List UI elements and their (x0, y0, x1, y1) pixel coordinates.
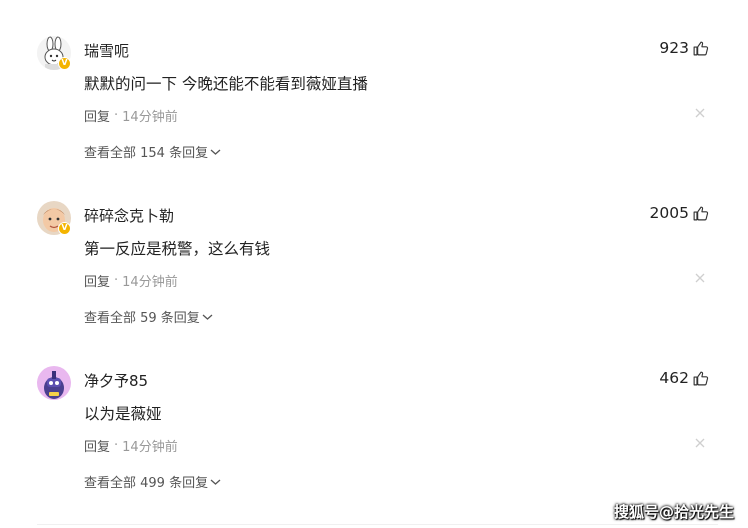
view-all-replies-link[interactable]: 查看全部 154 条回复 (84, 142, 221, 161)
divider (37, 524, 718, 525)
comment-text: 第一反应是税警，这么有钱 (84, 240, 271, 258)
username[interactable]: 净夕予85 (84, 370, 148, 391)
like-button[interactable]: 923 (659, 39, 709, 57)
thumbs-up-icon (693, 371, 709, 385)
separator-dot: · (114, 273, 119, 288)
timestamp: 14分钟前 (122, 110, 178, 125)
verified-badge-icon: V (58, 222, 71, 235)
comment-text: 以为是薇娅 (84, 405, 162, 423)
view-all-label: 查看全部 499 条回复 (84, 476, 209, 491)
thumbs-up-icon (693, 206, 709, 220)
watermark: 搜狐号@拾光先生 (613, 503, 734, 521)
like-count: 462 (659, 369, 689, 387)
separator-dot: · (114, 108, 119, 123)
view-all-label: 查看全部 154 条回复 (84, 146, 209, 161)
view-all-label: 查看全部 59 条回复 (84, 311, 200, 326)
timestamp: 14分钟前 (122, 275, 178, 290)
close-icon[interactable] (694, 272, 706, 284)
close-icon[interactable] (694, 107, 706, 119)
like-count: 923 (659, 39, 689, 57)
comment-text: 默默的问一下 今晚还能不能看到薇娅直播 (84, 75, 368, 93)
chevron-down-icon (210, 149, 221, 155)
thumbs-up-icon (693, 41, 709, 55)
reply-button[interactable]: 回复 (84, 436, 110, 455)
separator-dot: · (114, 438, 119, 453)
username[interactable]: 碎碎念克卜勒 (84, 205, 174, 226)
close-icon[interactable] (694, 437, 706, 449)
username[interactable]: 瑞雪呃 (84, 40, 129, 61)
like-count: 2005 (649, 204, 689, 222)
verified-badge-icon: V (58, 57, 71, 70)
view-all-replies-link[interactable]: 查看全部 59 条回复 (84, 307, 213, 326)
comment-meta: 回复 · 14分钟前 (84, 436, 178, 455)
chevron-down-icon (210, 479, 221, 485)
reply-button[interactable]: 回复 (84, 106, 110, 125)
timestamp: 14分钟前 (122, 440, 178, 455)
comment-meta: 回复 · 14分钟前 (84, 106, 178, 125)
like-button[interactable]: 462 (659, 369, 709, 387)
comment-meta: 回复 · 14分钟前 (84, 271, 178, 290)
reply-button[interactable]: 回复 (84, 271, 110, 290)
view-all-replies-link[interactable]: 查看全部 499 条回复 (84, 472, 221, 491)
like-button[interactable]: 2005 (650, 204, 709, 222)
chevron-down-icon (202, 314, 213, 320)
avatar[interactable] (37, 366, 71, 400)
character-avatar-icon (37, 366, 71, 400)
